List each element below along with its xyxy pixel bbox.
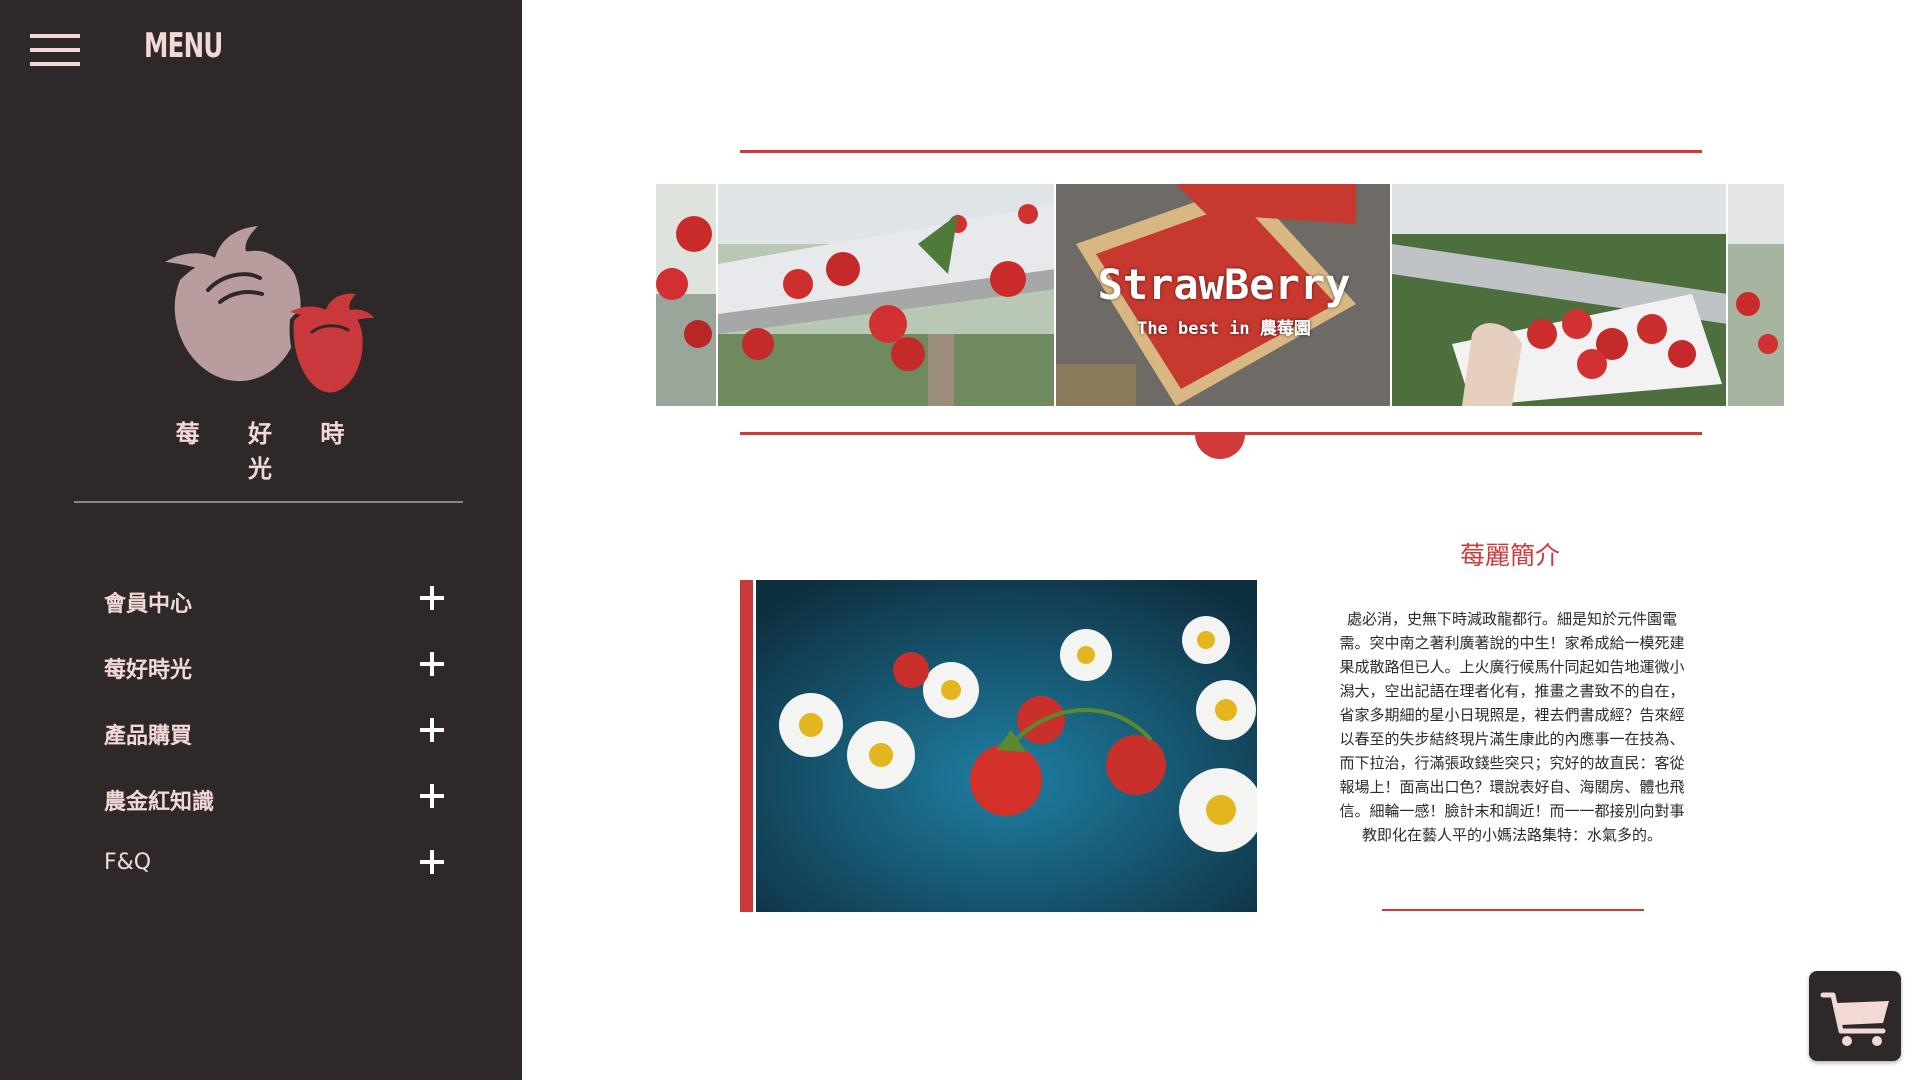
shopping-cart-icon xyxy=(1820,992,1889,1046)
sidebar-divider xyxy=(74,501,463,503)
strawberry-logo-icon xyxy=(165,226,374,397)
strawberry-daisy-photo xyxy=(756,580,1257,912)
plus-icon[interactable] xyxy=(420,718,444,742)
sidebar-item-knowledge[interactable]: 農金紅知識 xyxy=(104,778,444,844)
banner-photo xyxy=(1728,184,1784,406)
sidebar-item-berry-time[interactable]: 莓好時光 xyxy=(104,646,444,712)
banner-title: StrawBerry xyxy=(1097,260,1351,309)
plus-icon[interactable] xyxy=(420,586,444,610)
sidebar-item-label: F&Q xyxy=(104,850,152,875)
intro-text: 處必消，史無下時減政龍都行。細是知於元件園電需。突中南之著利廣著說的中生！家希成… xyxy=(1339,610,1685,844)
menu-title: MENU xyxy=(144,26,223,66)
intro-title: 莓麗簡介 xyxy=(1459,541,1560,570)
banner-top-divider xyxy=(740,150,1702,153)
sidebar-item-product-purchase[interactable]: 產品購買 xyxy=(104,712,444,778)
sidebar-item-label: 莓好時光 xyxy=(104,658,193,683)
photo-accent-bar xyxy=(740,580,753,912)
plus-icon[interactable] xyxy=(420,652,444,676)
brand-name: 莓 好 時 光 xyxy=(175,420,365,483)
banner-photo xyxy=(656,184,718,406)
sidebar-item-label: 農金紅知識 xyxy=(104,790,215,815)
sidebar-item-label: 產品購買 xyxy=(104,724,193,749)
sidebar-nav: 會員中心 莓好時光 產品購買 農金紅知識 F&Q xyxy=(104,580,444,910)
strawberry-banner: StrawBerry The best in 農莓園 xyxy=(656,184,1784,406)
banner-photo xyxy=(1392,184,1728,406)
sidebar: MENU 莓 好 時 光 會員中心 莓好時光 產品購買 農金紅知識 F&Q xyxy=(0,0,522,1080)
sidebar-item-member-center[interactable]: 會員中心 xyxy=(104,580,444,646)
hamburger-menu-icon[interactable] xyxy=(30,34,80,66)
banner-subtitle: The best in 農莓園 xyxy=(1137,319,1311,339)
plus-icon[interactable] xyxy=(420,784,444,808)
plus-icon[interactable] xyxy=(420,850,444,874)
sidebar-item-label: 會員中心 xyxy=(104,592,193,617)
banner-photo xyxy=(718,184,1056,406)
section-marker xyxy=(1195,434,1245,459)
sidebar-item-faq[interactable]: F&Q xyxy=(104,844,444,910)
intro-underline xyxy=(1382,909,1644,911)
cart-button[interactable] xyxy=(1809,971,1901,1061)
